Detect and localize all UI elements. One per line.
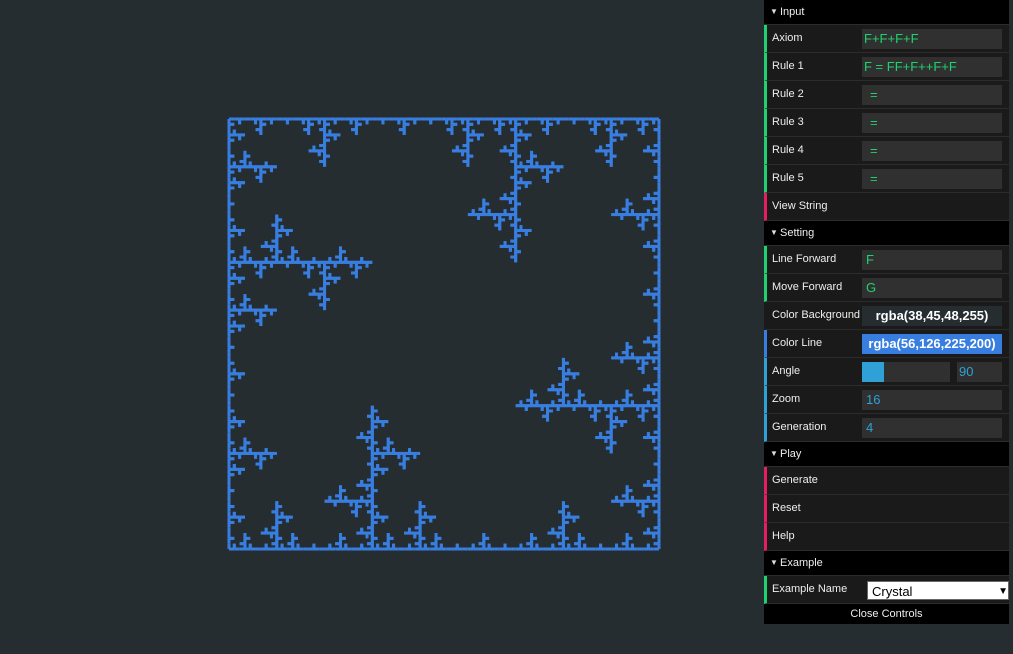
rule3-label: Rule 3	[772, 116, 804, 128]
folder-example[interactable]: ▼ Example	[764, 551, 1009, 576]
example-name-label: Example Name	[772, 583, 848, 595]
rule1-label: Rule 1	[772, 60, 804, 72]
color-line-swatch[interactable]: rgba(56,126,225,200)	[862, 334, 1002, 354]
rule5-input[interactable]: =	[862, 169, 1002, 189]
rule3-input[interactable]: =	[862, 113, 1002, 133]
fractal-lines	[227, 117, 661, 551]
view-string-button[interactable]: View String	[764, 193, 1009, 221]
generation-label: Generation	[772, 421, 827, 433]
help-button[interactable]: Help	[764, 523, 1009, 551]
collapse-triangle-icon: ▼	[770, 558, 778, 567]
rule3-row: Rule 3 =	[764, 109, 1009, 137]
folder-input[interactable]: ▼ Input	[764, 0, 1009, 25]
example-name-select[interactable]: Crystal ▼	[867, 581, 1009, 600]
close-controls-button[interactable]: Close Controls	[764, 604, 1009, 624]
dropdown-arrow-icon: ▼	[998, 586, 1008, 597]
help-label: Help	[772, 530, 795, 542]
zoom-label: Zoom	[772, 393, 801, 405]
rule4-input[interactable]: =	[862, 141, 1002, 161]
axiom-label: Axiom	[772, 32, 803, 44]
reset-button[interactable]: Reset	[764, 495, 1009, 523]
folder-title-play: Play	[780, 448, 802, 460]
color-background-swatch[interactable]: rgba(38,45,48,255)	[862, 306, 1002, 326]
folder-setting[interactable]: ▼ Setting	[764, 221, 1009, 246]
angle-slider-fill	[862, 362, 884, 382]
angle-row: Angle 90	[764, 358, 1009, 386]
rule4-row: Rule 4 =	[764, 137, 1009, 165]
folder-title-input: Input	[780, 6, 805, 18]
rule2-row: Rule 2 =	[764, 81, 1009, 109]
line-forward-label: Line Forward	[772, 253, 837, 265]
example-name-value: Crystal	[872, 584, 913, 599]
line-forward-input[interactable]: F	[862, 250, 1002, 270]
generate-label: Generate	[772, 474, 818, 486]
rule1-input[interactable]: F = FF+F++F+F	[862, 57, 1002, 77]
color-line-label: Color Line	[772, 337, 823, 349]
collapse-triangle-icon: ▼	[770, 449, 778, 458]
rule1-row: Rule 1 F = FF+F++F+F	[764, 53, 1009, 81]
line-forward-row: Line Forward F	[764, 246, 1009, 274]
generation-input[interactable]: 4	[862, 418, 1002, 438]
generation-row: Generation 4	[764, 414, 1009, 442]
color-line-row: Color Line rgba(56,126,225,200)	[764, 330, 1009, 358]
rule5-row: Rule 5 =	[764, 165, 1009, 193]
folder-play[interactable]: ▼ Play	[764, 442, 1009, 467]
fractal-canvas	[227, 117, 661, 551]
rule5-label: Rule 5	[772, 172, 804, 184]
rule4-label: Rule 4	[772, 144, 804, 156]
color-background-label: Color Background	[772, 309, 861, 321]
controls-panel: ▼ Input Axiom F+F+F+F Rule 1 F = FF+F++F…	[764, 0, 1009, 624]
move-forward-input[interactable]: G	[862, 278, 1002, 298]
rule2-input[interactable]: =	[862, 85, 1002, 105]
reset-label: Reset	[772, 502, 801, 514]
folder-title-setting: Setting	[780, 227, 815, 239]
angle-slider[interactable]	[862, 362, 950, 382]
axiom-input[interactable]: F+F+F+F	[862, 29, 1002, 49]
rule2-label: Rule 2	[772, 88, 804, 100]
color-background-row: Color Background rgba(38,45,48,255)	[764, 302, 1009, 330]
move-forward-label: Move Forward	[772, 281, 843, 293]
generate-button[interactable]: Generate	[764, 467, 1009, 495]
example-name-row: Example Name Crystal ▼	[764, 576, 1009, 604]
angle-input[interactable]: 90	[957, 362, 1002, 382]
collapse-triangle-icon: ▼	[770, 228, 778, 237]
folder-title-example: Example	[780, 557, 823, 569]
collapse-triangle-icon: ▼	[770, 7, 778, 16]
zoom-row: Zoom 16	[764, 386, 1009, 414]
angle-label: Angle	[772, 365, 801, 377]
view-string-label: View String	[772, 200, 828, 212]
zoom-input[interactable]: 16	[862, 390, 1002, 410]
move-forward-row: Move Forward G	[764, 274, 1009, 302]
axiom-row: Axiom F+F+F+F	[764, 25, 1009, 53]
